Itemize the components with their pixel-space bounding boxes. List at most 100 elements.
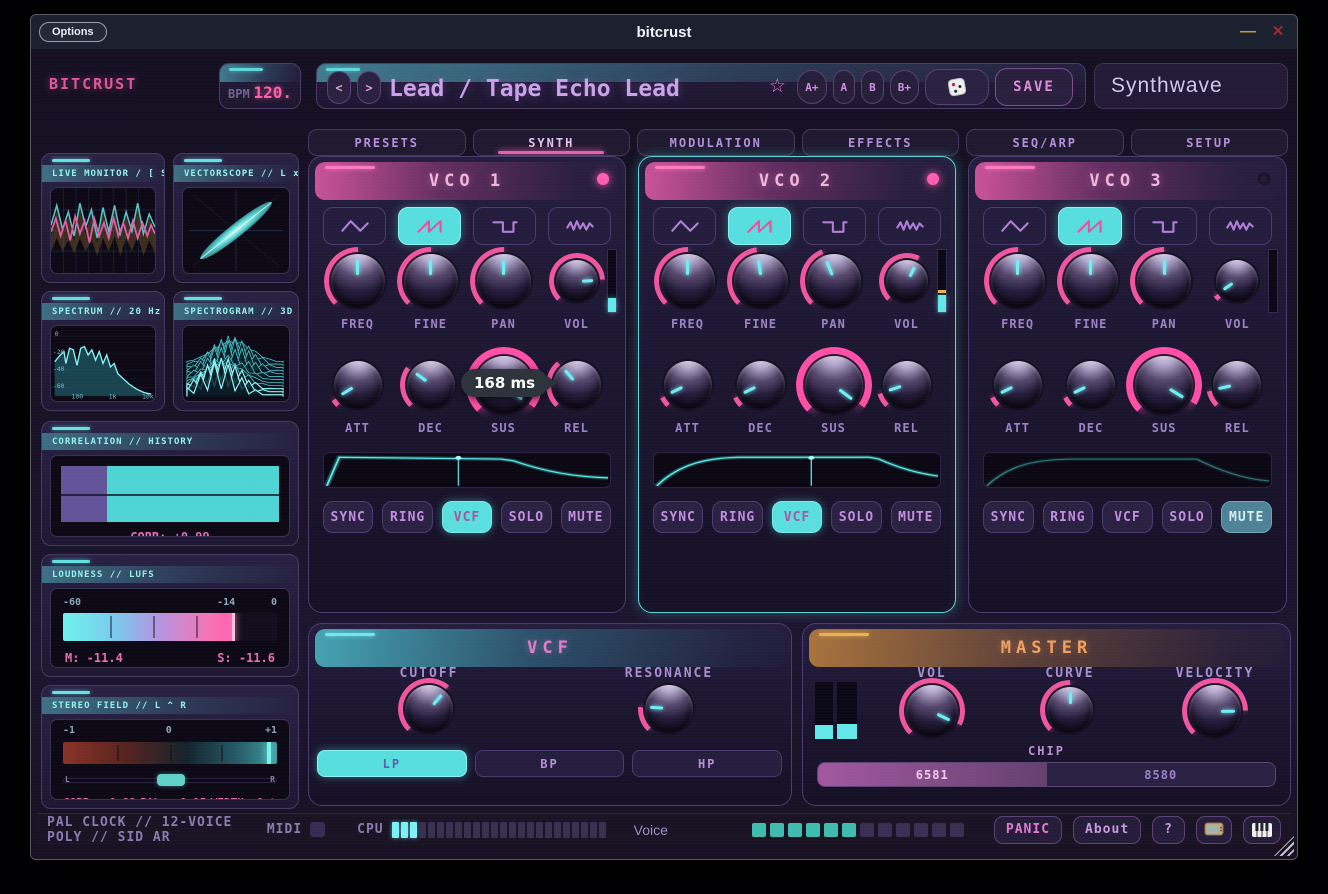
next-preset-button[interactable]: > <box>357 71 381 104</box>
ring-button[interactable]: RING <box>382 501 432 533</box>
wave-triangle-button[interactable] <box>653 207 716 245</box>
sustain-knob[interactable] <box>803 354 865 416</box>
fine-knob[interactable] <box>732 252 790 310</box>
prev-preset-button[interactable]: < <box>327 71 351 104</box>
solo-button[interactable]: SOLO <box>501 501 551 533</box>
tab-presets[interactable]: PRESETS <box>308 129 466 156</box>
virtual-keyboard-button[interactable] <box>1243 816 1281 844</box>
wave-square-button[interactable] <box>803 207 866 245</box>
curve-knob[interactable] <box>1045 685 1095 735</box>
release-knob[interactable] <box>881 359 933 411</box>
freq-knob[interactable] <box>329 252 387 310</box>
vcf-route-button[interactable]: VCF <box>772 501 822 533</box>
attack-knob[interactable] <box>332 359 384 411</box>
tab-setup[interactable]: SETUP <box>1131 129 1289 156</box>
preset-category-field[interactable]: Synthwave <box>1094 63 1288 109</box>
crt-toggle-button[interactable] <box>1196 816 1232 844</box>
wave-saw-button[interactable] <box>398 207 461 245</box>
mute-button[interactable]: MUTE <box>1221 501 1272 533</box>
slot-a-button[interactable]: A <box>833 70 856 104</box>
ring-button[interactable]: RING <box>1043 501 1094 533</box>
decay-control: DEC <box>1054 351 1127 435</box>
vcf-route-button[interactable]: VCF <box>442 501 492 533</box>
attack-knob[interactable] <box>992 359 1044 411</box>
save-button[interactable]: SAVE <box>995 68 1073 106</box>
wave-saw-button[interactable] <box>728 207 791 245</box>
release-knob[interactable] <box>1211 359 1263 411</box>
freq-knob[interactable] <box>659 252 717 310</box>
ring-button[interactable]: RING <box>712 501 762 533</box>
mute-button[interactable]: MUTE <box>561 501 611 533</box>
freq-knob[interactable] <box>989 252 1047 310</box>
close-icon[interactable]: ✕ <box>1269 22 1287 40</box>
vol-knob[interactable] <box>1214 258 1260 304</box>
wave-triangle-button[interactable] <box>323 207 386 245</box>
balance-thumb[interactable] <box>157 774 185 786</box>
minimize-icon[interactable]: — <box>1239 23 1257 41</box>
help-button[interactable]: ? <box>1152 816 1185 844</box>
chip-8580-button[interactable]: 8580 <box>1047 763 1276 786</box>
tab-modulation[interactable]: MODULATION <box>637 129 795 156</box>
tab-effects[interactable]: EFFECTS <box>802 129 960 156</box>
velocity-knob[interactable] <box>1187 683 1243 739</box>
vol-knob[interactable] <box>554 258 600 304</box>
vco3-envelope-display[interactable] <box>983 452 1272 488</box>
panel-dash <box>655 166 705 169</box>
panic-button[interactable]: PANIC <box>994 816 1062 844</box>
master-vol-knob[interactable] <box>904 683 960 739</box>
wave-triangle-button[interactable] <box>983 207 1046 245</box>
decay-knob[interactable] <box>735 359 787 411</box>
resonance-knob[interactable] <box>643 683 695 735</box>
about-button[interactable]: About <box>1073 816 1141 844</box>
pan-knob[interactable] <box>475 252 533 310</box>
cutoff-knob[interactable] <box>403 683 455 735</box>
preset-name[interactable]: Lead / Tape Echo Lead <box>389 76 680 102</box>
lowpass-button[interactable]: LP <box>317 750 467 777</box>
bpm-display[interactable]: BPM 120. <box>219 63 301 109</box>
favorite-star-icon[interactable]: ☆ <box>763 70 791 104</box>
scale-tick: +1 <box>265 725 277 736</box>
vco3-header: VCO 3 <box>975 162 1280 200</box>
chip-6581-button[interactable]: 6581 <box>818 763 1047 786</box>
sync-button[interactable]: SYNC <box>323 501 373 533</box>
tab-synth[interactable]: SYNTH <box>473 129 631 156</box>
sync-button[interactable]: SYNC <box>983 501 1034 533</box>
sync-button[interactable]: SYNC <box>653 501 703 533</box>
fine-knob[interactable] <box>402 252 460 310</box>
slot-b-button[interactable]: B <box>861 70 884 104</box>
randomize-button[interactable] <box>925 69 989 105</box>
vco1-envelope-display[interactable] <box>323 452 611 488</box>
vco2-envelope-display[interactable] <box>653 452 941 488</box>
copy-a-button[interactable]: A+ <box>797 70 826 104</box>
tab-seq-arp[interactable]: SEQ/ARP <box>966 129 1124 156</box>
wave-noise-button[interactable] <box>548 207 611 245</box>
stereo-balance: BAL: -0.15 <box>140 796 206 800</box>
wave-saw-button[interactable] <box>1058 207 1121 245</box>
balance-slider[interactable]: L R <box>63 774 277 786</box>
wave-square-button[interactable] <box>473 207 536 245</box>
mute-button[interactable]: MUTE <box>891 501 941 533</box>
copy-b-button[interactable]: B+ <box>890 70 919 104</box>
fine-label: FINE <box>394 317 467 331</box>
live-monitor-title[interactable]: LIVE MONITOR / [ SETUP ] <box>42 165 164 182</box>
highpass-button[interactable]: HP <box>632 750 782 777</box>
wave-noise-button[interactable] <box>1209 207 1272 245</box>
attack-knob[interactable] <box>662 359 714 411</box>
wave-square-button[interactable] <box>1134 207 1197 245</box>
vcf-route-button[interactable]: VCF <box>1102 501 1153 533</box>
decay-knob[interactable] <box>405 359 457 411</box>
solo-button[interactable]: SOLO <box>1162 501 1213 533</box>
solo-button[interactable]: SOLO <box>831 501 881 533</box>
master-meter-right <box>837 682 857 739</box>
release-knob[interactable] <box>551 359 603 411</box>
scale-tick: 0 <box>271 597 277 608</box>
decay-knob[interactable] <box>1065 359 1117 411</box>
options-button[interactable]: Options <box>39 22 107 42</box>
pan-knob[interactable] <box>1135 252 1193 310</box>
vol-knob[interactable] <box>884 258 930 304</box>
pan-knob[interactable] <box>805 252 863 310</box>
sustain-knob[interactable] <box>1133 354 1195 416</box>
wave-noise-button[interactable] <box>878 207 941 245</box>
bandpass-button[interactable]: BP <box>475 750 625 777</box>
fine-knob[interactable] <box>1062 252 1120 310</box>
